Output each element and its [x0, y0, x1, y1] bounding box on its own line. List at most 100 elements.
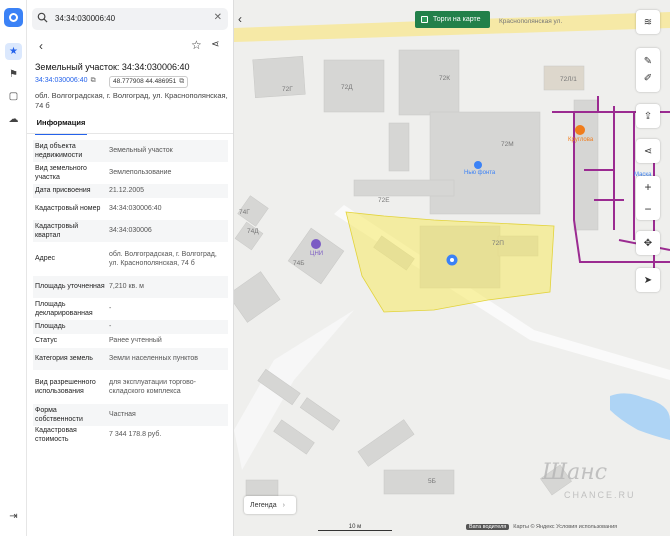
- cloud-icon[interactable]: ☁: [5, 111, 22, 128]
- row-key: Площадь уточненная: [35, 283, 105, 291]
- row-value: Землепользование: [109, 169, 172, 177]
- poi-marker: [474, 161, 482, 169]
- row-key: Категория земель: [35, 355, 93, 363]
- building-label: 74Б: [293, 260, 305, 267]
- table-row: Кадастровый номер 34:34:030006:40: [33, 198, 228, 220]
- edit-icon[interactable]: ✐: [644, 73, 652, 84]
- table-row: Адрес обл. Волгоградская, г. Волгоград, у…: [33, 242, 228, 276]
- map-canvas[interactable]: Краснополянская ул. 72Г 72Д 72К 72М 72П …: [234, 0, 670, 536]
- star-icon[interactable]: ★: [5, 43, 22, 60]
- route-icon[interactable]: ⚑: [5, 66, 22, 83]
- row-key: Кадастровая стоимость: [35, 426, 77, 444]
- table-row: Дата присвоения 21.12.2005: [33, 184, 228, 198]
- poi-marker: [575, 125, 585, 135]
- row-key: Вид земельного участка: [35, 164, 87, 182]
- zoom-control: + −: [636, 176, 660, 220]
- logout-icon[interactable]: ⇥: [5, 508, 22, 525]
- street-label: Краснополянская ул.: [499, 18, 563, 25]
- back-icon[interactable]: ‹: [39, 39, 43, 53]
- watermark-sub: CHANCE.RU: [564, 490, 636, 500]
- row-key: Адрес: [35, 255, 56, 263]
- upload-icon[interactable]: ⇪: [636, 104, 660, 128]
- poi-label[interactable]: ЦНИ: [310, 251, 323, 257]
- watermark-logo: Шанс: [542, 460, 608, 485]
- info-table: Вид объекта недвижимости Земельный участо…: [33, 140, 228, 444]
- table-row: Статус Ранее учтенный: [33, 334, 228, 348]
- share-map-icon[interactable]: ⋖: [636, 139, 660, 163]
- page-title: Земельный участок: 34:34:030006:40: [35, 62, 190, 72]
- building-label: 72Д: [341, 84, 353, 91]
- zoom-out-button[interactable]: −: [636, 198, 660, 220]
- row-value: обл. Волгоградская, г. Волгоград, ул. Кр…: [109, 250, 217, 268]
- row-key: Вид разрешенного использования: [35, 378, 96, 396]
- building-label: 72П: [492, 240, 504, 247]
- zoom-in-button[interactable]: +: [636, 176, 660, 198]
- building-label: 72Е: [378, 197, 390, 204]
- row-key: Статус: [35, 337, 58, 345]
- row-key: Форма собственности: [35, 406, 83, 424]
- row-value: Частная: [109, 411, 136, 419]
- row-value: 34:34:030006: [109, 227, 152, 235]
- table-row: Кадастровый квартал 34:34:030006: [33, 220, 228, 242]
- locate-icon[interactable]: ➤: [636, 268, 660, 292]
- map-drawing: [234, 12, 670, 509]
- table-row: Площадь уточненная 7,210 кв. м: [33, 276, 228, 298]
- table-row: Форма собственности Частная: [33, 404, 228, 426]
- search-input[interactable]: 34:34:030006:40 ✕: [32, 8, 228, 30]
- legend-button[interactable]: Легенда ›: [244, 496, 296, 514]
- row-value: -: [109, 305, 112, 313]
- share-icon[interactable]: ⋖: [211, 39, 219, 50]
- table-row: Вид объекта недвижимости Земельный участо…: [33, 140, 228, 162]
- favorite-star-icon[interactable]: ☆: [191, 38, 202, 52]
- row-key: Площадь: [35, 323, 66, 331]
- draw-tools[interactable]: ✎ ✐: [636, 48, 660, 92]
- row-value: 21.12.2005: [109, 187, 145, 195]
- move-icon[interactable]: ✥: [636, 231, 660, 255]
- row-value: Земельный участок: [109, 147, 173, 155]
- building-label: 74Д: [247, 228, 259, 235]
- checkbox-icon[interactable]: [421, 16, 428, 23]
- copy-icon[interactable]: ⧉: [179, 78, 184, 85]
- table-row: Площадь декларированная -: [33, 298, 228, 320]
- search-icon: [37, 12, 48, 23]
- address-text: обл. Волгоградская, г. Волгоград, ул. Кр…: [35, 91, 228, 110]
- table-row: Площадь -: [33, 320, 228, 334]
- poi-label[interactable]: Нью фонта: [464, 170, 495, 176]
- layers-icon[interactable]: ≋: [636, 10, 660, 34]
- water: [610, 393, 670, 440]
- building-label: 74Г: [239, 209, 250, 216]
- building-label: 72Г: [282, 86, 293, 93]
- copy-icon[interactable]: ⧉: [91, 77, 96, 84]
- row-key: Кадастровый квартал: [35, 222, 79, 240]
- table-row: Категория земель Земли населенных пунктов: [33, 348, 228, 370]
- row-key: Вид объекта недвижимости: [35, 142, 83, 160]
- table-row: Вид разрешенного использования для эксплу…: [33, 370, 228, 404]
- building-label: 5Б: [428, 478, 436, 485]
- row-value: для эксплуатации торгово-складского комп…: [109, 378, 197, 396]
- ruler-icon[interactable]: ✎: [644, 56, 652, 67]
- cadastral-chip[interactable]: 34:34:030006:40 ⧉: [35, 77, 96, 85]
- close-icon[interactable]: ✕: [214, 12, 222, 23]
- row-value: Ранее учтенный: [109, 337, 162, 345]
- map-copyright: Вата водителя Карты © Яндекс Условия испо…: [466, 524, 617, 530]
- collapse-panel-icon[interactable]: ‹: [238, 12, 242, 26]
- coords-chip[interactable]: 48.777908 44.486951 ⧉: [109, 76, 189, 88]
- building-label: 72Л/1: [560, 76, 577, 83]
- layers-square-icon[interactable]: ▢: [5, 88, 22, 105]
- scale-bar: 10 м: [318, 524, 392, 531]
- row-value: 7 344 178.8 руб.: [109, 431, 162, 439]
- building-label: 72К: [439, 75, 451, 82]
- row-key: Площадь декларированная: [35, 300, 93, 318]
- app-rail: ★ ⚑ ▢ ☁ ⇥: [0, 0, 27, 536]
- app-logo[interactable]: [4, 8, 23, 27]
- poi-marker: [311, 239, 321, 249]
- info-panel: 34:34:030006:40 ✕ ‹ ☆ ⋖ Земельный участо…: [27, 0, 234, 536]
- row-key: Дата присвоения: [35, 187, 91, 195]
- poi-label[interactable]: Круглова: [568, 137, 593, 143]
- tab-divider: [27, 133, 233, 134]
- row-value: Земли населенных пунктов: [109, 355, 199, 363]
- table-row: Кадастровая стоимость 7 344 178.8 руб.: [33, 426, 228, 444]
- row-value: -: [109, 323, 112, 331]
- building-label: 72М: [501, 141, 514, 148]
- torgi-toggle[interactable]: Торги на карте: [415, 11, 490, 28]
